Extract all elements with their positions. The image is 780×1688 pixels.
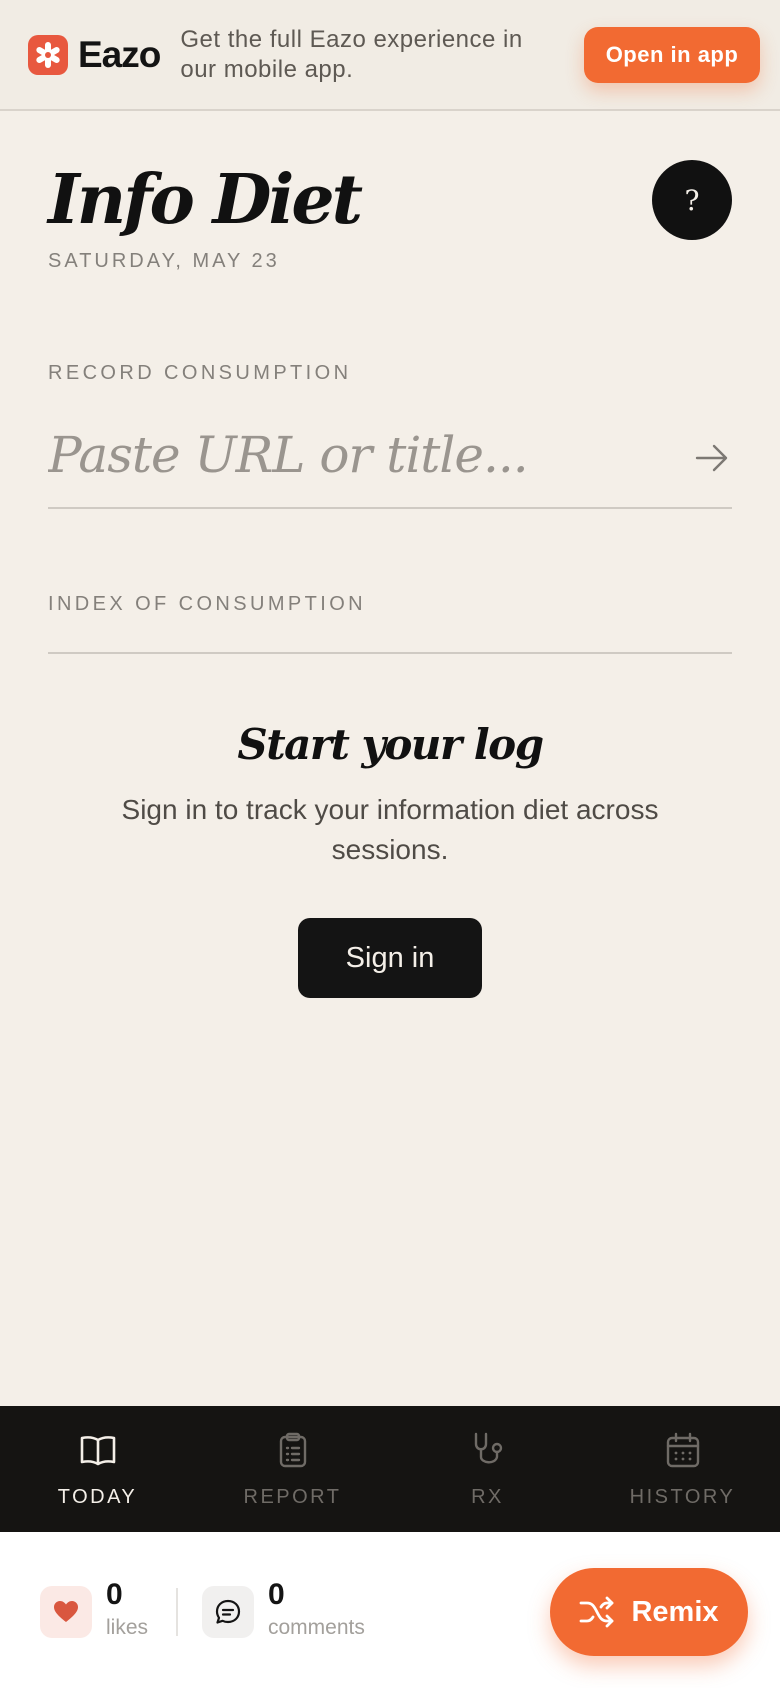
tab-report[interactable]: REPORT [195,1406,390,1532]
calendar-icon [666,1432,699,1468]
tab-label: TODAY [57,1486,138,1508]
remix-button[interactable]: Remix [550,1568,748,1656]
tab-label: RX [471,1486,504,1508]
submit-arrow-icon[interactable] [692,438,732,478]
social-bar: 0 likes 0 comments Remix [0,1532,780,1688]
likes-label: likes [106,1616,149,1639]
tab-rx[interactable]: RX [390,1406,585,1532]
brand-logo: Eazo [28,33,161,76]
sign-in-button[interactable]: Sign in [298,918,482,998]
book-open-icon [80,1436,115,1466]
index-divider [48,652,732,654]
current-date: SATURDAY, MAY 23 [48,250,280,272]
app-banner: Eazo Get the full Eazo experience in our… [0,0,780,111]
banner-message: Get the full Eazo experience in our mobi… [180,25,523,83]
empty-state-title: Start your log [237,720,544,769]
social-divider [176,1588,178,1636]
open-in-app-button[interactable]: Open in app [584,26,760,83]
remix-label: Remix [631,1595,719,1628]
likes-count: 0 [106,1578,123,1611]
page: Eazo Get the full Eazo experience in our… [0,0,780,1688]
asterisk-logo-icon [28,34,68,75]
stethoscope-icon [474,1432,502,1464]
input-underline [48,507,732,509]
help-button[interactable]: ? [652,160,732,240]
tab-history[interactable]: HISTORY [585,1406,780,1532]
shuffle-icon [580,1596,614,1628]
empty-state-description: Sign in to track your information diet a… [121,794,659,865]
tab-label: HISTORY [629,1486,736,1508]
clipboard-list-icon [279,1432,306,1468]
comments-label: comments [268,1616,365,1639]
heart-icon[interactable] [40,1586,92,1638]
brand-name: Eazo [78,33,161,75]
index-of-consumption-label: INDEX OF CONSUMPTION [48,593,367,615]
page-title: Info Diet [48,160,363,240]
record-consumption-label: RECORD CONSUMPTION [48,362,352,384]
tab-today[interactable]: TODAY [0,1406,195,1532]
comment-icon[interactable] [202,1586,254,1638]
url-title-input[interactable] [48,414,688,496]
tab-label: REPORT [243,1486,342,1508]
comments-count: 0 [268,1578,285,1611]
bottom-tab-bar: TODAY REPORT RX HISTORY [0,1406,780,1532]
